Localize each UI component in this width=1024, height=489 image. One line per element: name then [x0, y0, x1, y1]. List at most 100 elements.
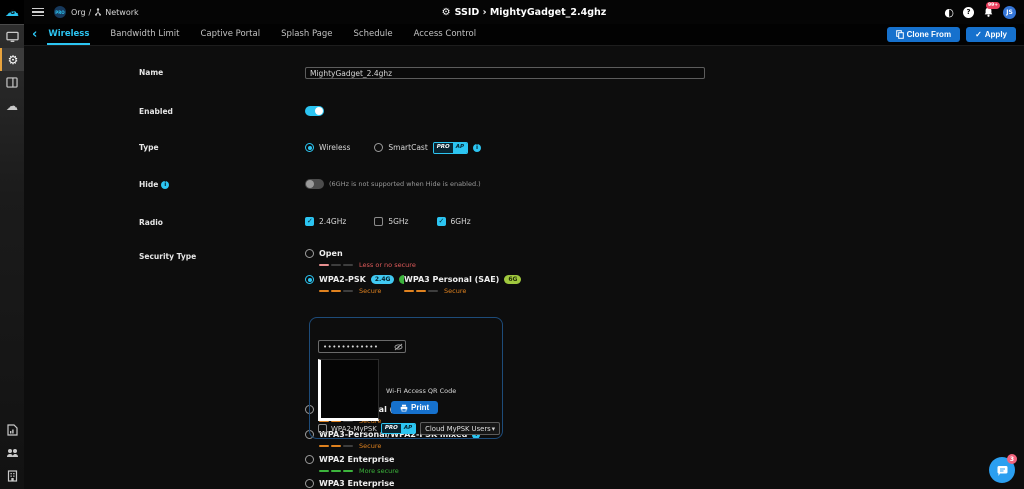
wpa3-enterprise-radio[interactable]	[305, 479, 314, 488]
pro-ap-badge: PRO AP	[433, 142, 468, 154]
chat-icon	[996, 464, 1009, 477]
mypsk-row: WPA2-MyPSK PRO AP Cloud MyPSK Users ▾	[318, 422, 500, 435]
badge-24g: 2.4G	[371, 275, 395, 284]
wpa3-sae-paired-label: WPA3 Personal (SAE)	[404, 275, 499, 284]
wifi-password-input[interactable]	[318, 340, 406, 353]
tab-schedule[interactable]: Schedule	[353, 24, 394, 45]
wpa2-enterprise-note: More secure	[359, 467, 399, 475]
title-gear-icon: ⚙	[442, 7, 451, 18]
sidebar-item-configure[interactable]: ⚙	[0, 48, 24, 71]
ssid-name-input[interactable]	[305, 67, 705, 79]
wpa3-mixed-note: Secure	[359, 442, 381, 450]
wpa2-psk-label: WPA2-PSK	[319, 275, 366, 284]
clone-icon	[896, 30, 904, 39]
radio-6ghz-label: 6GHz	[451, 217, 471, 226]
tab-bandwidth-limit[interactable]: Bandwidth Limit	[109, 24, 180, 45]
type-label: Type	[139, 143, 159, 152]
print-label: Print	[411, 403, 429, 412]
wpa2-mypsk-checkbox[interactable]	[318, 424, 327, 433]
check-icon: ✓	[975, 30, 982, 39]
theme-contrast-icon[interactable]: ◐	[944, 6, 954, 19]
wpa2-psk-radio[interactable]	[305, 275, 314, 284]
hamburger-menu-icon[interactable]	[32, 8, 44, 17]
top-header: PRO Org / Network ⚙ SSID › MightyGadget_…	[24, 0, 1024, 24]
cloud-mypsk-users-select[interactable]: Cloud MyPSK Users ▾	[420, 422, 500, 435]
network-icon	[94, 8, 102, 16]
wpa2-enterprise-label: WPA2 Enterprise	[319, 455, 394, 464]
breadcrumb[interactable]: Org / Network	[71, 8, 139, 17]
enabled-label: Enabled	[139, 107, 173, 116]
select-value: Cloud MyPSK Users	[425, 425, 491, 433]
cloud-icon: ☁	[6, 99, 18, 113]
sidebar-item-reports[interactable]	[0, 418, 24, 441]
pro-badge: PRO	[54, 6, 66, 18]
tab-splash-page[interactable]: Splash Page	[280, 24, 333, 45]
tab-wireless[interactable]: Wireless	[47, 24, 90, 45]
sidebar-item-team[interactable]	[0, 441, 24, 464]
hide-toggle[interactable]	[305, 179, 324, 189]
open-radio[interactable]	[305, 249, 314, 258]
wpa2-psk-note: Secure	[359, 287, 381, 295]
clone-from-label: Clone From	[907, 30, 951, 39]
radio-6ghz-checkbox[interactable]	[437, 217, 446, 226]
printer-icon	[400, 404, 408, 412]
smartcast-info-icon[interactable]: i	[473, 144, 481, 152]
sidebar-item-organization[interactable]	[0, 464, 24, 487]
sidebar-item-cloud[interactable]: ☁	[0, 94, 24, 117]
security-option-wpa3-sae-paired: WPA3 Personal (SAE) 6G Secure	[404, 273, 525, 295]
show-password-icon[interactable]	[394, 343, 403, 351]
type-wireless-radio[interactable]	[305, 143, 314, 152]
tab-bar: ‹ Wireless Bandwidth Limit Captive Porta…	[24, 24, 1024, 46]
ap-badge-part: AP	[453, 143, 467, 153]
radio-label: Radio	[139, 218, 163, 227]
tab-captive-portal[interactable]: Captive Portal	[199, 24, 261, 45]
hide-info-icon[interactable]: i	[161, 181, 169, 189]
security-type-label: Security Type	[139, 252, 196, 261]
print-button[interactable]: Print	[391, 401, 438, 414]
wpa3-mixed-meter	[319, 445, 353, 448]
chat-badge: 3	[1007, 454, 1017, 464]
type-smartcast-radio[interactable]	[374, 143, 383, 152]
security-option-wpa2-psk: WPA2-PSK 2.4G 5G Secure	[301, 273, 421, 295]
notifications-button[interactable]: 99+	[983, 6, 994, 18]
page-title: SSID › MightyGadget_2.4ghz	[455, 7, 607, 18]
gear-icon: ⚙	[8, 53, 19, 67]
building-icon	[7, 470, 18, 482]
layout-icon	[6, 77, 18, 88]
logo-letter: G	[10, 9, 15, 16]
avatar[interactable]: JS	[1003, 6, 1016, 19]
hide-note: (6GHz is not supported when Hide is enab…	[329, 180, 481, 188]
security-option-wpa3-enterprise: WPA3 Enterprise	[305, 479, 394, 488]
pro-badge-part: PRO	[434, 143, 453, 153]
tab-access-control[interactable]: Access Control	[413, 24, 478, 45]
sidebar-item-monitor[interactable]	[0, 25, 24, 48]
radio-24ghz-checkbox[interactable]	[305, 217, 314, 226]
security-option-wpa2-enterprise: WPA2 Enterprise More secure	[305, 455, 399, 475]
sidebar-bottom-group	[0, 418, 24, 487]
wpa2-enterprise-radio[interactable]	[305, 455, 314, 464]
breadcrumb-network[interactable]: Network	[105, 8, 138, 17]
radio-5ghz-checkbox[interactable]	[374, 217, 383, 226]
type-smartcast-label: SmartCast	[388, 143, 427, 152]
brand-logo[interactable]: ☁ G	[0, 0, 24, 25]
apply-label: Apply	[985, 30, 1007, 39]
clone-from-button[interactable]: Clone From	[887, 27, 960, 42]
settings-form: Name Enabled Type Wireless SmartCast PRO…	[24, 46, 1024, 489]
people-icon	[6, 448, 19, 458]
toolbar: Clone From ✓ Apply	[887, 27, 1016, 42]
mypsk-ap-part: AP	[401, 424, 415, 434]
breadcrumb-org[interactable]: Org	[71, 8, 86, 17]
notification-count-badge: 99+	[986, 2, 1000, 9]
badge-6g: 6G	[504, 275, 521, 284]
back-icon[interactable]: ‹	[32, 28, 37, 41]
name-label: Name	[139, 68, 163, 77]
wpa3-enterprise-label: WPA3 Enterprise	[319, 479, 394, 488]
sidebar-item-panels[interactable]	[0, 71, 24, 94]
apply-button[interactable]: ✓ Apply	[966, 27, 1016, 42]
enabled-toggle[interactable]	[305, 106, 324, 116]
wpa2-enterprise-meter	[319, 470, 353, 473]
sidebar: ☁ G ⚙ ☁	[0, 0, 24, 489]
chat-widget-button[interactable]: 3	[989, 457, 1015, 483]
help-icon[interactable]: ?	[963, 7, 974, 18]
wpa3-sae-paired-note: Secure	[444, 287, 466, 295]
